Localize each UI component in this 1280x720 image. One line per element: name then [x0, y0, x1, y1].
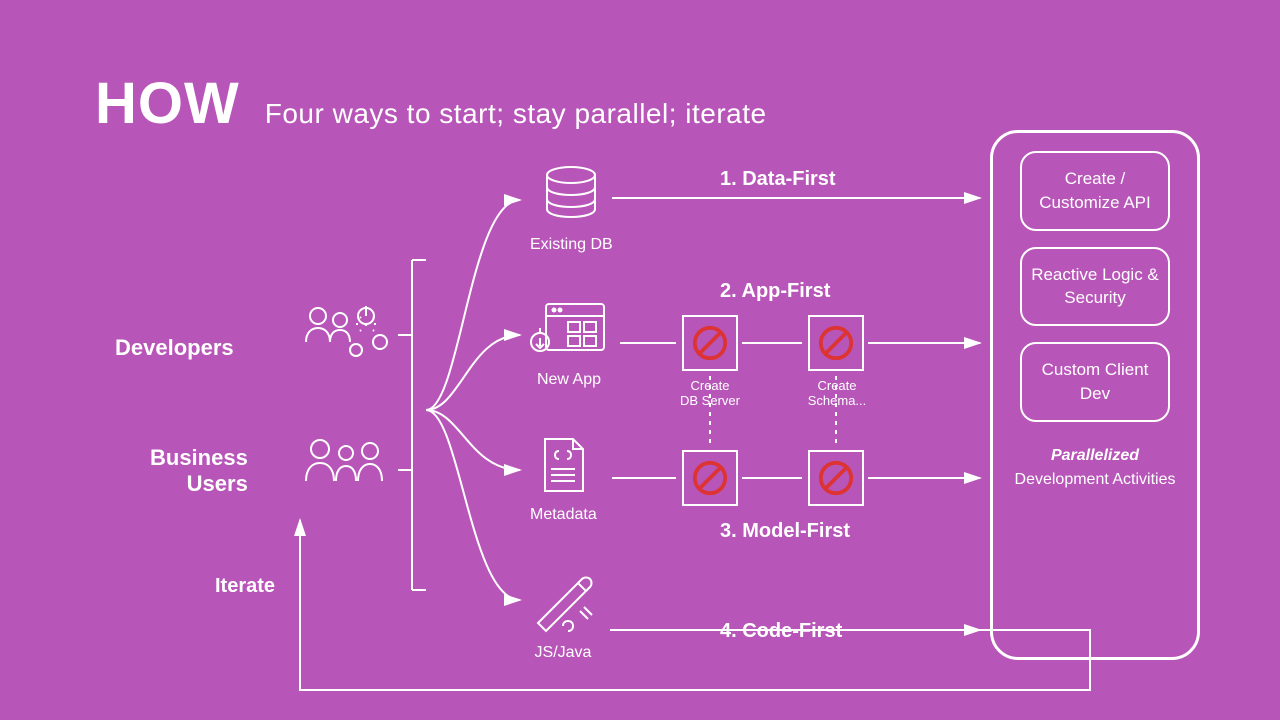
skip-box-1 — [682, 315, 738, 371]
title-sub: Four ways to start; stay parallel; itera… — [265, 98, 767, 130]
activity-api: Create / Customize API — [1020, 151, 1170, 231]
role-developers: Developers — [115, 335, 234, 361]
skip-box-4 — [808, 450, 864, 506]
slide-title: HOW Four ways to start; stay parallel; i… — [95, 70, 767, 137]
approach-1: 1. Data-First — [720, 168, 836, 191]
skip-label-db: CreateDB Server — [675, 378, 745, 408]
approach-3: 3. Model-First — [720, 520, 850, 543]
existing-db-icon: Existing DB — [530, 165, 613, 254]
activity-client: Custom Client Dev — [1020, 342, 1170, 422]
activities-panel: Create / Customize API Reactive Logic & … — [990, 130, 1200, 660]
skip-box-3 — [682, 450, 738, 506]
metadata-label: Metadata — [530, 506, 597, 524]
new-app-icon: New App — [530, 300, 608, 389]
code-label: JS/Java — [530, 644, 596, 662]
metadata-icon: Metadata — [530, 435, 597, 524]
approach-2: 2. App-First — [720, 280, 830, 303]
activities-caption: Parallelized Development Activities — [1015, 444, 1176, 492]
existing-db-label: Existing DB — [530, 236, 613, 254]
code-icon: JS/Java — [530, 575, 596, 662]
title-big: HOW — [95, 70, 240, 137]
approach-4: 4. Code-First — [720, 620, 842, 643]
role-business: BusinessUsers — [150, 445, 248, 498]
skip-label-schema: CreateSchema... — [802, 378, 872, 408]
iterate-label: Iterate — [215, 575, 275, 598]
developers-icon — [300, 300, 392, 375]
activity-logic: Reactive Logic & Security — [1020, 247, 1170, 327]
new-app-label: New App — [530, 371, 608, 389]
business-users-icon — [300, 435, 392, 500]
skip-box-2 — [808, 315, 864, 371]
